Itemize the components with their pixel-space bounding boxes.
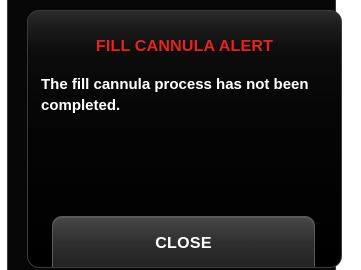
alert-title: FILL CANNULA ALERT — [95, 38, 274, 55]
screenshot-frame: FILL CANNULA ALERT The fill cannula proc… — [0, 0, 361, 270]
close-button[interactable]: CLOSE — [52, 216, 315, 267]
close-button-label: CLOSE — [155, 235, 212, 252]
device-screen: FILL CANNULA ALERT The fill cannula proc… — [7, 0, 342, 270]
alert-dialog: FILL CANNULA ALERT The fill cannula proc… — [27, 10, 342, 268]
alert-message: The fill cannula process has not been co… — [41, 76, 309, 114]
